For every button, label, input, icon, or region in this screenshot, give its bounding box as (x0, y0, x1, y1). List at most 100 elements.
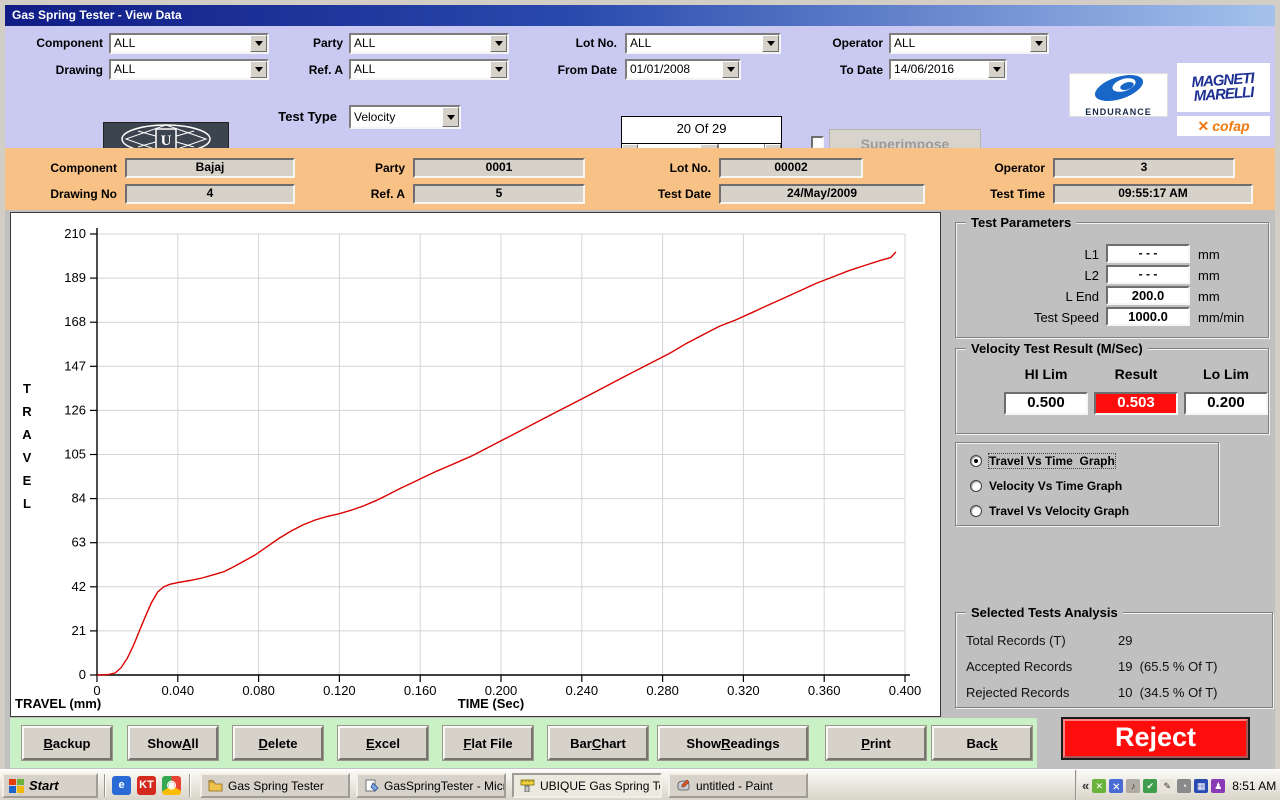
testtype-value: Velocity (351, 107, 442, 127)
l2-unit: mm (1198, 268, 1220, 283)
drawing-filter-combo[interactable]: ALL (109, 59, 269, 80)
svg-text:168: 168 (64, 314, 86, 329)
chevron-down-icon (495, 41, 503, 46)
party-filter-combo[interactable]: ALL (349, 33, 509, 54)
svg-text:0.160: 0.160 (404, 683, 437, 698)
accepted-records-value: 19 (65.5 % Of T) (1118, 659, 1217, 674)
current-test-bar: Component Bajaj Party 0001 Lot No. 00002… (5, 148, 1275, 210)
tray-chevron-icon[interactable]: « (1082, 778, 1089, 793)
volume-icon[interactable]: ♪ (1126, 779, 1140, 793)
lot-filter-value: ALL (627, 35, 762, 52)
refa-combo-dropdown-button[interactable] (490, 61, 507, 78)
lot-filter-combo[interactable]: ALL (625, 33, 781, 54)
velocity-result-group: Velocity Test Result (M/Sec) HI Lim Resu… (955, 348, 1269, 434)
show-readings-button[interactable]: Show Readings (658, 726, 808, 760)
accepted-records-label: Accepted Records (966, 659, 1072, 674)
svg-text:0.040: 0.040 (162, 683, 195, 698)
todate-picker[interactable]: 14/06/2016 (889, 59, 1007, 80)
svg-text:105: 105 (64, 447, 86, 462)
hilim-header: HI Lim (1004, 366, 1088, 382)
ct-testtime-label: Test Time (955, 187, 1045, 201)
testspeed-unit: mm/min (1198, 310, 1244, 325)
party-filter-value: ALL (351, 35, 490, 52)
l1-unit: mm (1198, 247, 1220, 262)
users-icon[interactable]: ♟ (1211, 779, 1225, 793)
svg-text:TRAVEL (mm): TRAVEL (mm) (15, 696, 101, 711)
radio-travel-vs-velocity[interactable]: Travel Vs Velocity Graph (970, 503, 1129, 519)
bar-chart-button[interactable]: Bar Chart (548, 726, 648, 760)
radio-travel-vs-time[interactable]: Travel Vs Time Graph (970, 453, 1115, 469)
operator-filter-combo[interactable]: ALL (889, 33, 1049, 54)
ie-icon[interactable]: e (112, 776, 131, 795)
audio-muted-icon[interactable]: 🗙 (1109, 779, 1123, 793)
operator-combo-dropdown-button[interactable] (1030, 35, 1047, 52)
l2-field: - - - (1106, 265, 1190, 284)
rejected-records-label: Rejected Records (966, 685, 1069, 700)
system-tray: « ✕ 🗙 ♪ ✔ ✎ ◔ ▦ ♟ 8:51 AM (1075, 770, 1280, 800)
chart-canvas: 02142638410512614716818921000.0400.0800.… (11, 213, 940, 716)
testtype-combo[interactable]: Velocity (349, 105, 461, 129)
rejected-records-value: 10 (34.5 % Of T) (1118, 685, 1217, 700)
task-gas-spring-tester-folder[interactable]: Gas Spring Tester (200, 773, 350, 798)
svg-text:0.080: 0.080 (242, 683, 275, 698)
updates-icon[interactable]: ◔ (1177, 779, 1191, 793)
chevron-down-icon (495, 67, 503, 72)
excel-button[interactable]: Excel (338, 726, 428, 760)
network-off-icon[interactable]: ✕ (1092, 779, 1106, 793)
reject-status-button[interactable]: Reject (1063, 719, 1248, 758)
vb-project-icon (364, 779, 379, 792)
ct-operator-label: Operator (955, 161, 1045, 175)
refa-filter-combo[interactable]: ALL (349, 59, 509, 80)
testtype-dropdown-button[interactable] (442, 107, 459, 127)
delete-button[interactable]: Delete (233, 726, 323, 760)
chrome-icon[interactable]: ◉ (162, 776, 181, 795)
component-filter-combo[interactable]: ALL (109, 33, 269, 54)
ct-component-field: Bajaj (125, 158, 295, 178)
endurance-logo-text: ENDURANCE (1070, 107, 1167, 117)
travel-vs-time-chart: 02142638410512614716818921000.0400.0800.… (10, 212, 941, 717)
back-button[interactable]: Back (932, 726, 1032, 760)
svg-text:E: E (23, 473, 32, 488)
flat-file-button[interactable]: Flat File (443, 726, 533, 760)
svg-text:R: R (22, 404, 32, 419)
testtype-label: Test Type (245, 109, 337, 124)
backup-button[interactable]: Backup (22, 726, 112, 760)
testspeed-label: Test Speed (966, 310, 1099, 325)
operator-filter-label: Operator (795, 36, 883, 50)
print-button[interactable]: Print (826, 726, 926, 760)
pen-icon[interactable]: ✎ (1160, 779, 1174, 793)
shield-icon[interactable]: ✔ (1143, 779, 1157, 793)
drawing-filter-value: ALL (111, 61, 250, 78)
party-combo-dropdown-button[interactable] (490, 35, 507, 52)
test-parameters-title: Test Parameters (966, 215, 1076, 230)
kt-icon[interactable]: KT (137, 776, 156, 795)
radio-velocity-vs-time[interactable]: Velocity Vs Time Graph (970, 478, 1122, 494)
todate-dropdown-button[interactable] (988, 61, 1005, 78)
paint-icon (676, 779, 691, 792)
task-untitled-paint[interactable]: untitled - Paint (668, 773, 808, 798)
task-ubique-gas-spring-test[interactable]: UBIQUE Gas Spring Test ... (512, 773, 662, 798)
fromdate-dropdown-button[interactable] (722, 61, 739, 78)
ct-drawing-label: Drawing No (15, 187, 117, 201)
radio-velocity-vs-time-label: Velocity Vs Time Graph (989, 479, 1122, 493)
svg-text:63: 63 (72, 535, 86, 550)
fromdate-picker[interactable]: 01/01/2008 (625, 59, 741, 80)
fromdate-value: 01/01/2008 (627, 61, 722, 78)
start-button[interactable]: Start (2, 773, 98, 798)
svg-text:84: 84 (72, 491, 86, 506)
party-filter-label: Party (255, 36, 343, 50)
radio-travel-vs-velocity-label: Travel Vs Velocity Graph (989, 504, 1129, 518)
svg-text:189: 189 (64, 270, 86, 285)
total-records-label: Total Records (T) (966, 633, 1066, 648)
show-all-button[interactable]: Show All (128, 726, 218, 760)
display-icon[interactable]: ▦ (1194, 779, 1208, 793)
task-gasspringtester-vb[interactable]: GasSpringTester - Micros... (356, 773, 506, 798)
window-frame-right (1275, 0, 1280, 769)
ct-lot-label: Lot No. (635, 161, 711, 175)
magneti-marelli-logo: MAGNETI MARELLI (1177, 63, 1270, 112)
refa-filter-value: ALL (351, 61, 490, 78)
testspeed-field: 1000.0 (1106, 307, 1190, 326)
windows-flag-icon (9, 779, 24, 793)
lot-combo-dropdown-button[interactable] (762, 35, 779, 52)
magneti-marelli-text: MAGNETI MARELLI (1192, 71, 1256, 103)
